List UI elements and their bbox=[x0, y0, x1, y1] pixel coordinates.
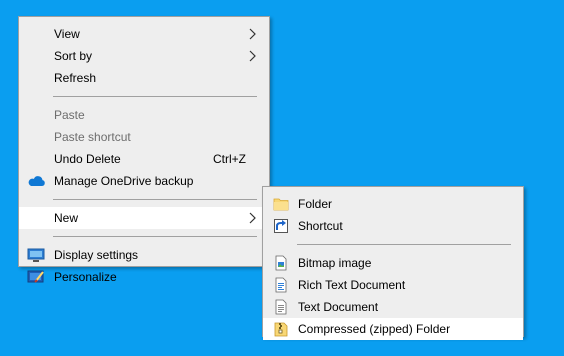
menu-item-display-settings[interactable]: Display settings bbox=[19, 244, 269, 266]
keyboard-shortcut: Ctrl+Z bbox=[213, 152, 246, 166]
menu-item-label: Bitmap image bbox=[298, 256, 372, 270]
menu-item-label: Paste bbox=[54, 108, 85, 122]
menu-item-paste-shortcut[interactable]: Paste shortcut bbox=[19, 126, 269, 148]
shortcut-arrow-icon bbox=[273, 218, 290, 234]
text-document-icon bbox=[273, 299, 290, 315]
menu-item-label: Compressed (zipped) Folder bbox=[298, 322, 451, 336]
menu-item-new[interactable]: New bbox=[19, 207, 269, 229]
menu-item-label: View bbox=[54, 27, 80, 41]
menu-item-onedrive-backup[interactable]: Manage OneDrive backup bbox=[19, 170, 269, 192]
menu-item-sort-by[interactable]: Sort by bbox=[19, 45, 269, 67]
menu-item-label: Display settings bbox=[54, 248, 139, 262]
menu-item-view[interactable]: View bbox=[19, 23, 269, 45]
desktop-context-menu: View Sort by Refresh Paste Paste shortcu… bbox=[18, 16, 270, 284]
submenu-item-shortcut[interactable]: Shortcut bbox=[263, 215, 523, 237]
onedrive-cloud-icon bbox=[27, 173, 45, 189]
bitmap-image-icon bbox=[273, 255, 290, 271]
chevron-right-icon bbox=[247, 23, 259, 45]
submenu-item-folder[interactable]: Folder bbox=[263, 193, 523, 215]
menu-item-label: Refresh bbox=[54, 71, 97, 85]
menu-separator bbox=[53, 199, 257, 200]
zipped-folder-icon bbox=[273, 321, 290, 337]
menu-item-label: Sort by bbox=[54, 49, 93, 63]
new-submenu: Folder Shortcut Bitmap image Rich Text D… bbox=[262, 186, 524, 340]
menu-separator bbox=[53, 96, 257, 97]
chevron-right-icon bbox=[247, 207, 259, 229]
rich-text-document-icon bbox=[273, 277, 290, 293]
submenu-item-compressed-folder[interactable]: Compressed (zipped) Folder bbox=[263, 318, 523, 340]
menu-item-label: New bbox=[54, 211, 79, 225]
menu-item-label: Manage OneDrive backup bbox=[54, 174, 194, 188]
menu-item-label: Rich Text Document bbox=[298, 278, 406, 292]
menu-item-undo-delete[interactable]: Undo Delete Ctrl+Z bbox=[19, 148, 269, 170]
menu-item-label: Shortcut bbox=[298, 219, 343, 233]
folder-icon bbox=[273, 196, 290, 212]
menu-item-paste[interactable]: Paste bbox=[19, 104, 269, 126]
personalize-icon bbox=[27, 269, 44, 285]
menu-item-label: Paste shortcut bbox=[54, 130, 131, 144]
menu-item-label: Personalize bbox=[54, 270, 117, 284]
submenu-item-rich-text-document[interactable]: Rich Text Document bbox=[263, 274, 523, 296]
menu-item-personalize[interactable]: Personalize bbox=[19, 266, 269, 288]
menu-separator bbox=[297, 244, 511, 245]
submenu-item-text-document[interactable]: Text Document bbox=[263, 296, 523, 318]
display-monitor-icon bbox=[27, 247, 45, 263]
menu-item-label: Text Document bbox=[298, 300, 379, 314]
menu-item-label: Folder bbox=[298, 197, 333, 211]
menu-item-refresh[interactable]: Refresh bbox=[19, 67, 269, 89]
chevron-right-icon bbox=[247, 45, 259, 67]
menu-separator bbox=[53, 236, 257, 237]
menu-item-label: Undo Delete bbox=[54, 152, 121, 166]
submenu-item-bitmap-image[interactable]: Bitmap image bbox=[263, 252, 523, 274]
